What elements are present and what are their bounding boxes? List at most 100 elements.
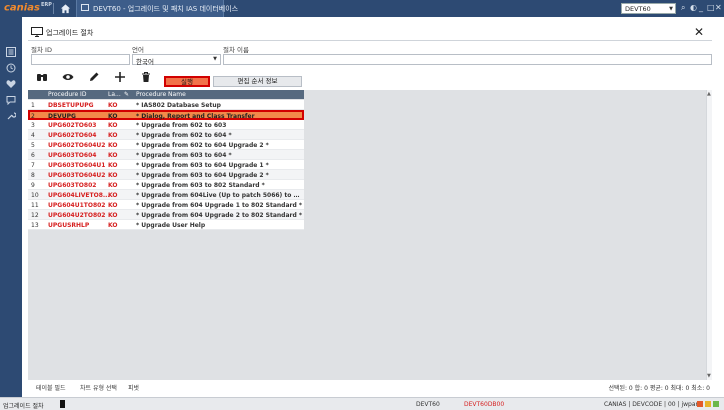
status-alert-icon[interactable] <box>697 401 703 407</box>
history-clock-icon[interactable] <box>6 63 16 73</box>
table-row[interactable]: 3 UPG602TO603 KO * Upgrade from 602 to 603 <box>28 120 304 130</box>
maximize-icon[interactable]: □ <box>707 3 715 12</box>
home-icon[interactable] <box>60 3 71 14</box>
row-number: 8 <box>31 172 35 179</box>
table-row[interactable]: 13 UPGUSRHLP KO * Upgrade User Help <box>28 220 304 230</box>
run-button[interactable]: 실행 <box>164 76 210 87</box>
table-row[interactable]: 8 UPG603TO604U2 KO * Upgrade from 603 to 60… <box>28 170 304 180</box>
procedure-name-cell: * Upgrade from 604 Upgrade 1 to 802 Stan… <box>136 202 302 209</box>
run-button-label: 실행 <box>181 78 193 86</box>
language-cell: KO <box>108 132 118 139</box>
delete-trash-icon[interactable] <box>140 71 152 83</box>
column-header-language[interactable]: La... <box>108 91 121 98</box>
procedure-name-cell: * Upgrade from 602 to 603 <box>136 122 227 129</box>
procedure-id-cell: UPG602TO604 <box>48 132 97 139</box>
left-sidebar <box>0 17 22 397</box>
table-row[interactable]: 9 UPG603TO802 KO * Upgrade from 603 to 802 … <box>28 180 304 190</box>
environment-select-value: DEVT60 <box>625 5 651 13</box>
row-number: 5 <box>31 142 35 149</box>
row-number: 10 <box>31 192 39 199</box>
edit-order-info-tab[interactable]: 편집 순서 정보 <box>213 76 302 87</box>
tools-icon[interactable] <box>6 111 16 121</box>
row-number: 6 <box>31 152 35 159</box>
tab-pivot[interactable]: 피벗 <box>128 383 139 392</box>
procedure-name-cell: * Upgrade from 603 to 604 Upgrade 1 * <box>136 162 269 169</box>
tab-table-fields[interactable]: 테이블 필드 <box>36 383 66 392</box>
search-icon[interactable]: ⌕ <box>681 3 685 13</box>
status-database: DEVT60DB00 <box>464 401 505 408</box>
language-cell: KO <box>108 113 118 120</box>
binoculars-icon[interactable] <box>36 71 48 83</box>
procedure-name-cell: * Upgrade from 604Live (Up to patch 5066… <box>136 192 302 199</box>
view-eye-icon[interactable] <box>62 71 74 83</box>
procedure-id-cell: UPGUSRHLP <box>48 222 90 229</box>
table-row-selected[interactable]: 2 DEVUPG KO * Dialog, Report and Class Tran… <box>28 110 304 120</box>
table-row[interactable]: 10 UPG604LIVETO8... KO * Upgrade from 604Li… <box>28 190 304 200</box>
table-row[interactable]: 1 DBSETUPUPG KO * IAS802 Database Setup <box>28 100 304 110</box>
environment-select[interactable]: DEVT60 ▼ <box>621 3 676 14</box>
chevron-down-icon: ▼ <box>213 56 217 62</box>
procedure-id-cell: DEVUPG <box>48 113 76 120</box>
tab-chart-type[interactable]: 차트 유형 선택 <box>80 383 117 392</box>
row-number: 11 <box>31 202 39 209</box>
scroll-down-icon[interactable]: ▼ <box>707 373 711 379</box>
procedure-name-cell: * Upgrade from 602 to 604 Upgrade 2 * <box>136 142 269 149</box>
procedure-id-cell: UPG603TO604U1 <box>48 162 106 169</box>
procedure-name-cell: * Upgrade from 602 to 604 * <box>136 132 232 139</box>
procedure-name-cell: * Upgrade from 604 Upgrade 2 to 802 Stan… <box>136 212 302 219</box>
document-tab[interactable]: DEVT60 - 업그레이드 및 패치 IAS 데이터베이스 <box>76 0 238 17</box>
row-number: 9 <box>31 182 35 189</box>
panel-divider <box>28 40 712 41</box>
language-cell: KO <box>108 162 118 169</box>
status-lock-icon[interactable] <box>705 401 711 407</box>
table-row[interactable]: 7 UPG603TO604U1 KO * Upgrade from 603 to 60… <box>28 160 304 170</box>
favorites-heart-icon[interactable] <box>6 79 16 89</box>
language-cell: KO <box>108 142 118 149</box>
procedure-id-cell: UPG602TO603 <box>48 122 97 129</box>
menu-list-icon[interactable] <box>6 47 16 57</box>
table-row[interactable]: 6 UPG603TO604 KO * Upgrade from 603 to 604 … <box>28 150 304 160</box>
procedure-name-cell: * Upgrade User Help <box>136 222 206 229</box>
language-cell: KO <box>108 122 118 129</box>
language-label: 언어 <box>132 46 144 54</box>
edit-pencil-icon[interactable] <box>88 71 100 83</box>
procedure-id-cell: DBSETUPUPG <box>48 102 94 109</box>
language-cell: KO <box>108 182 118 189</box>
column-header-procedure-name[interactable]: Procedure Name <box>136 91 186 98</box>
status-user-info: CANIAS | DEVCODE | 00 | jwpark <box>604 401 702 408</box>
messages-icon[interactable] <box>6 95 16 105</box>
procedure-id-input[interactable] <box>31 54 130 65</box>
table-row[interactable]: 11 UPG604U1TO802 KO * Upgrade from 604 Upgr… <box>28 200 304 210</box>
logo-text: canias <box>4 2 40 14</box>
close-panel-icon[interactable]: ✕ <box>694 25 704 39</box>
chevron-down-icon: ▼ <box>669 6 673 12</box>
top-separator <box>53 3 54 14</box>
procedure-name-cell: * Dialog, Report and Class Transfer <box>136 113 255 120</box>
row-number: 12 <box>31 212 39 219</box>
language-cell: KO <box>108 222 118 229</box>
selection-summary: 선택된: 0 합: 0 평균: 0 최대: 0 최소: 0 <box>608 385 710 392</box>
status-connection-icon[interactable] <box>713 401 719 407</box>
help-icon[interactable]: ◐ <box>690 3 697 12</box>
language-cell: KO <box>108 212 118 219</box>
procedure-name-cell: * Upgrade from 603 to 604 * <box>136 152 232 159</box>
language-select[interactable]: 한국어 ▼ <box>132 54 221 66</box>
procedure-id-cell: UPG604U1TO802 <box>48 202 106 209</box>
table-row[interactable]: 4 UPG602TO604 KO * Upgrade from 602 to 604 … <box>28 130 304 140</box>
grid-header: Procedure ID La... ✎ Procedure Name <box>28 90 304 99</box>
procedure-id-cell: UPG603TO802 <box>48 182 97 189</box>
status-environment: DEVT60 <box>416 401 440 408</box>
column-header-procedure-id[interactable]: Procedure ID <box>48 91 86 98</box>
grid-vertical-scrollbar[interactable]: ▲ ▼ <box>706 90 712 380</box>
minimize-icon[interactable]: _ <box>699 3 703 12</box>
table-row[interactable]: 12 UPG604U2TO802 KO * Upgrade from 604 Upgr… <box>28 210 304 220</box>
add-plus-icon[interactable] <box>114 71 126 83</box>
procedure-id-cell: UPG604LIVETO8... <box>48 192 110 199</box>
scroll-up-icon[interactable]: ▲ <box>707 91 711 97</box>
procedure-id-cell: UPG603TO604 <box>48 152 97 159</box>
procedure-name-cell: * Upgrade from 603 to 604 Upgrade 2 * <box>136 172 269 179</box>
procedure-name-input[interactable] <box>223 54 712 65</box>
app-logo[interactable]: caniasERP <box>4 2 52 13</box>
close-window-icon[interactable]: ✕ <box>715 3 722 12</box>
table-row[interactable]: 5 UPG602TO604U2 KO * Upgrade from 602 to 60… <box>28 140 304 150</box>
